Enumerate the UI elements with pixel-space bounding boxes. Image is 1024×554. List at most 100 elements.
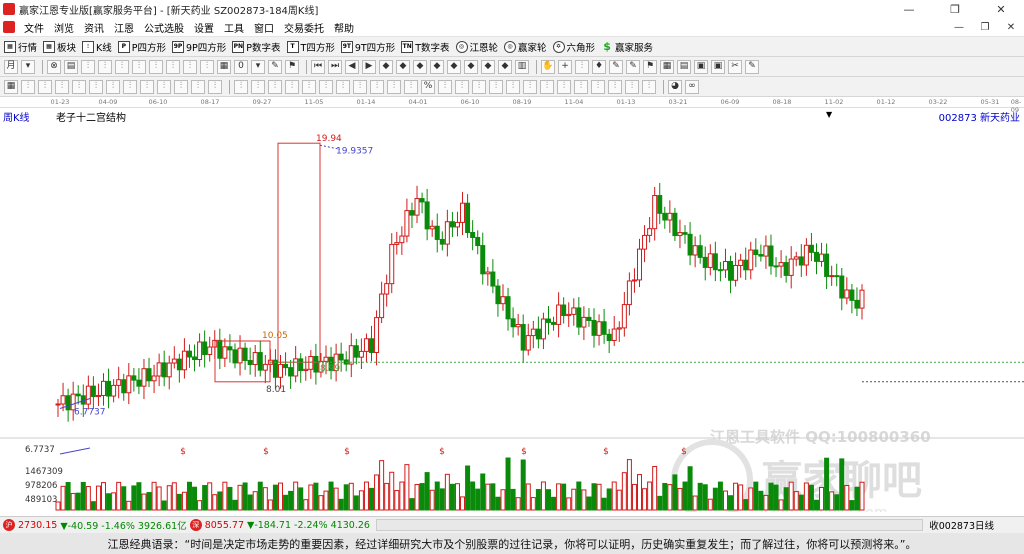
close-button[interactable]: ✕ — [978, 0, 1024, 18]
status-scrollbar[interactable] — [375, 519, 924, 531]
t10-icon[interactable]: ⫶ — [157, 79, 171, 94]
toolbar-blocks-button[interactable]: ▦ 板块 — [43, 40, 76, 54]
t25-icon[interactable]: ⫶ — [438, 79, 452, 94]
t15-icon[interactable]: ⫶ — [251, 79, 265, 94]
menu-window[interactable]: 窗口 — [249, 20, 279, 35]
toolbar-p-square-button[interactable]: P P四方形 — [117, 40, 166, 54]
save-icon[interactable]: ▣ — [694, 59, 708, 74]
grid2-icon[interactable]: ▥ — [515, 59, 529, 74]
infinity-icon[interactable]: ∞ — [685, 79, 699, 94]
right-icon[interactable]: ▶ — [362, 59, 376, 74]
t21-icon[interactable]: ⫶ — [353, 79, 367, 94]
t-icon[interactable]: ▦ — [4, 79, 18, 94]
t24-icon[interactable]: ⫶ — [404, 79, 418, 94]
menu-browse[interactable]: 浏览 — [49, 20, 79, 35]
t18-icon[interactable]: ⫶ — [302, 79, 316, 94]
left-icon[interactable]: ◀ — [345, 59, 359, 74]
t32-icon[interactable]: ⫶ — [557, 79, 571, 94]
bar3-icon[interactable]: ⫶ — [149, 59, 163, 74]
zero-icon[interactable]: 0 — [234, 59, 248, 74]
diamond6-icon[interactable]: ◆ — [464, 59, 478, 74]
index-sh[interactable]: 沪 2730.15 ▼-40.59 -1.46% 3926.61亿 — [3, 518, 187, 532]
menu-file[interactable]: 文件 — [19, 20, 49, 35]
diamond5-icon[interactable]: ◆ — [447, 59, 461, 74]
cut-icon[interactable]: ✂ — [728, 59, 742, 74]
toolbar-winner-wheel-button[interactable]: ◎ 赢家轮 — [504, 40, 547, 54]
bar4-icon[interactable]: ⫶ — [166, 59, 180, 74]
minimize-button[interactable]: — — [886, 0, 932, 18]
period-icon[interactable]: 月 — [4, 59, 18, 74]
gear-icon[interactable]: ⊗ — [47, 59, 61, 74]
menu-formula[interactable]: 公式选股 — [139, 20, 189, 35]
t2-icon[interactable]: ⫶ — [21, 79, 35, 94]
t19-icon[interactable]: ⫶ — [319, 79, 333, 94]
gem-icon[interactable]: ♦ — [592, 59, 606, 74]
t29-icon[interactable]: ⫶ — [506, 79, 520, 94]
vline-icon[interactable]: ⫶ — [575, 59, 589, 74]
t16-icon[interactable]: ⫶ — [268, 79, 282, 94]
mdi-close-button[interactable]: ✕ — [998, 22, 1024, 33]
percent-icon[interactable]: % — [421, 79, 435, 94]
restore-button[interactable]: ❐ — [932, 0, 978, 18]
toolbar-kline-button[interactable]: ⫶ K线 — [82, 40, 112, 54]
t14-icon[interactable]: ⫶ — [234, 79, 248, 94]
menu-trade[interactable]: 交易委托 — [279, 20, 329, 35]
dropdown-arrow-icon[interactable]: ▼ — [826, 110, 832, 119]
toolbar-9t-square-button[interactable]: 9T 9T四方形 — [340, 40, 395, 54]
mdi-restore-button[interactable]: ❐ — [972, 22, 998, 33]
mdi-minimize-button[interactable]: — — [946, 22, 972, 33]
index-sz[interactable]: 深 8055.77 ▼-184.71 -2.24% 4130.26 — [189, 519, 370, 531]
diamond8-icon[interactable]: ◆ — [498, 59, 512, 74]
t13-icon[interactable]: ⫶ — [208, 79, 222, 94]
hand-icon[interactable]: ✋ — [541, 59, 555, 74]
t12-icon[interactable]: ⫶ — [191, 79, 205, 94]
doc-icon[interactable]: ▤ — [677, 59, 691, 74]
t23-icon[interactable]: ⫶ — [387, 79, 401, 94]
toolbar-grid-button[interactable]: ▦ 行情 — [4, 40, 37, 54]
toolbar-hexagon-button[interactable]: ✡ 六角形 — [552, 40, 595, 54]
toolbar-t-square-button[interactable]: T T四方形 — [286, 40, 335, 54]
toolbar-dollar-button[interactable]: $ 赢家服务 — [601, 40, 653, 54]
pie-icon[interactable]: ◕ — [668, 79, 682, 94]
t9-icon[interactable]: ⫶ — [140, 79, 154, 94]
table-icon[interactable]: ▦ — [217, 59, 231, 74]
t7-icon[interactable]: ⫶ — [106, 79, 120, 94]
window-icon[interactable]: ▣ — [711, 59, 725, 74]
last-icon[interactable]: ⏭ — [328, 59, 342, 74]
toolbar-p-table-button[interactable]: PN P数字表 — [232, 40, 281, 54]
t36-icon[interactable]: ⫶ — [625, 79, 639, 94]
t33-icon[interactable]: ⫶ — [574, 79, 588, 94]
t5-icon[interactable]: ⫶ — [72, 79, 86, 94]
calc-icon[interactable]: ▦ — [660, 59, 674, 74]
t17-icon[interactable]: ⫶ — [285, 79, 299, 94]
pen-icon[interactable]: ✎ — [268, 59, 282, 74]
first-icon[interactable]: ⏮ — [311, 59, 325, 74]
t6-icon[interactable]: ⫶ — [89, 79, 103, 94]
dropdown-icon[interactable]: ▾ — [21, 59, 35, 74]
t11-icon[interactable]: ⫶ — [174, 79, 188, 94]
t30-icon[interactable]: ⫶ — [523, 79, 537, 94]
candle-icon[interactable]: ⫶ — [81, 59, 95, 74]
t37-icon[interactable]: ⫶ — [642, 79, 656, 94]
t4-icon[interactable]: ⫶ — [55, 79, 69, 94]
bar5-icon[interactable]: ⫶ — [183, 59, 197, 74]
candle2-icon[interactable]: ⫶ — [98, 59, 112, 74]
kline-chart[interactable]: 江恩工具软件 QQ:100800360赢家聊吧jiaoba.yingjia.co… — [0, 122, 1024, 512]
menu-settings[interactable]: 设置 — [189, 20, 219, 35]
list-icon[interactable]: ▤ — [64, 59, 78, 74]
t8-icon[interactable]: ⫶ — [123, 79, 137, 94]
diamond4-icon[interactable]: ◆ — [430, 59, 444, 74]
t26-icon[interactable]: ⫶ — [455, 79, 469, 94]
toolbar-9p-square-button[interactable]: 9P 9P四方形 — [172, 40, 226, 54]
menu-tools[interactable]: 工具 — [219, 20, 249, 35]
menu-info[interactable]: 资讯 — [79, 20, 109, 35]
t35-icon[interactable]: ⫶ — [608, 79, 622, 94]
cross-icon[interactable]: + — [558, 59, 572, 74]
diamond2-icon[interactable]: ◆ — [396, 59, 410, 74]
t31-icon[interactable]: ⫶ — [540, 79, 554, 94]
t20-icon[interactable]: ⫶ — [336, 79, 350, 94]
flag2-icon[interactable]: ⚑ — [643, 59, 657, 74]
pencil-icon[interactable]: ✎ — [609, 59, 623, 74]
flag-icon[interactable]: ⚑ — [285, 59, 299, 74]
menu-help[interactable]: 帮助 — [329, 20, 359, 35]
